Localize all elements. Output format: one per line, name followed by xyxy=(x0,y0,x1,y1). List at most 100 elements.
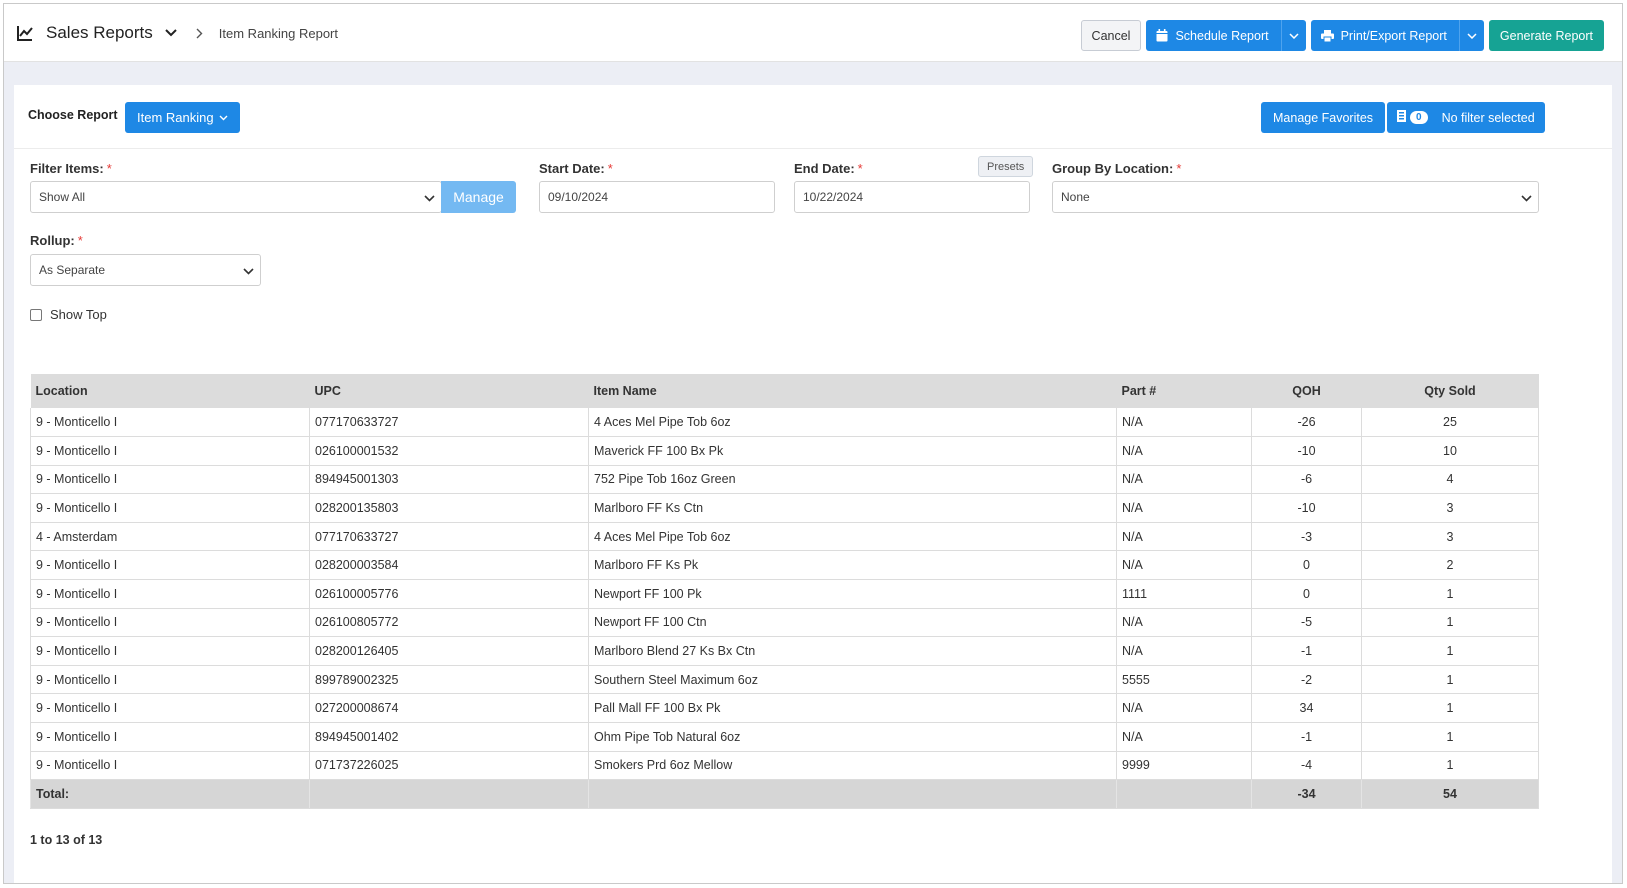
rollup-select[interactable]: As Separate xyxy=(30,254,261,286)
chevron-down-icon[interactable] xyxy=(1282,20,1306,51)
table-cell: 1 xyxy=(1361,579,1539,609)
table-row[interactable]: 9 - Monticello I 894945001402 Ohm Pipe Tob… xyxy=(30,722,1539,752)
table-cell: Newport FF 100 Pk xyxy=(588,579,1117,609)
table-cell: 9 - Monticello I xyxy=(30,436,310,466)
table-cell: 028200135803 xyxy=(309,493,589,523)
table-row[interactable]: 9 - Monticello I 071737226025 Smokers Prd … xyxy=(30,751,1539,781)
table-cell: -1 xyxy=(1251,636,1362,666)
table-cell: 5555 xyxy=(1116,665,1252,695)
table-cell: -26 xyxy=(1251,408,1362,438)
table-cell: 026100805772 xyxy=(309,608,589,638)
table-cell: 9 - Monticello I xyxy=(30,550,310,581)
filter-items-select[interactable]: Show All xyxy=(30,181,442,213)
table-header-row: Location UPC Item Name Part # QOH Qty So… xyxy=(30,374,1539,408)
chevron-down-icon xyxy=(1521,191,1532,205)
table-row[interactable]: 9 - Monticello I 026100805772 Newport FF 1… xyxy=(30,608,1539,638)
column-header[interactable]: Location xyxy=(30,374,310,408)
end-date-value: 10/22/2024 xyxy=(803,190,864,204)
column-header[interactable]: Qty Sold xyxy=(1361,374,1539,408)
table-cell: 027200008674 xyxy=(309,693,589,724)
table-cell: 4 xyxy=(1361,465,1539,495)
table-cell: 4 Aces Mel Pipe Tob 6oz xyxy=(588,408,1117,438)
generate-report-button[interactable]: Generate Report xyxy=(1488,20,1604,51)
table-cell: 4 Aces Mel Pipe Tob 6oz xyxy=(588,522,1117,552)
table-row[interactable]: 9 - Monticello I 894945001303 752 Pipe Tob… xyxy=(30,465,1539,495)
table-cell: N/A xyxy=(1116,722,1252,752)
table-cell: -10 xyxy=(1251,436,1362,466)
column-header[interactable]: QOH xyxy=(1251,374,1362,408)
filter-status-button[interactable]: 0 No filter selected xyxy=(1387,102,1545,133)
choose-report-row: Choose Report Item Ranking Manage Favori… xyxy=(14,85,1612,149)
cancel-button[interactable]: Cancel xyxy=(1080,20,1142,51)
rollup-label: Rollup: * xyxy=(30,233,83,248)
show-top-label: Show Top xyxy=(50,307,107,322)
table-row[interactable]: 9 - Monticello I 026100001532 Maverick FF … xyxy=(30,436,1539,466)
chevron-down-icon[interactable] xyxy=(1460,20,1484,51)
column-header[interactable]: UPC xyxy=(309,374,589,408)
column-header[interactable]: Item Name xyxy=(588,374,1117,408)
table-row[interactable]: 9 - Monticello I 899789002325 Southern Ste… xyxy=(30,665,1539,695)
table-cell: Marlboro Blend 27 Ks Bx Ctn xyxy=(588,636,1117,666)
chevron-down-icon[interactable] xyxy=(163,25,179,41)
report-select-label: Item Ranking xyxy=(137,110,214,125)
chevron-down-icon xyxy=(243,264,254,278)
table-row[interactable]: 9 - Monticello I 077170633727 4 Aces Mel P… xyxy=(30,408,1539,438)
manage-favorites-button[interactable]: Manage Favorites xyxy=(1261,102,1386,133)
schedule-report-main[interactable]: Schedule Report xyxy=(1146,20,1282,51)
table-cell: Southern Steel Maximum 6oz xyxy=(588,665,1117,695)
show-top-checkbox[interactable] xyxy=(30,308,42,321)
table-row[interactable]: 9 - Monticello I 028200003584 Marlboro FF … xyxy=(30,550,1539,581)
chevron-down-icon xyxy=(219,115,228,121)
print-export-button[interactable]: Print/Export Report xyxy=(1310,20,1484,51)
table-cell: 071737226025 xyxy=(309,751,589,781)
table-row[interactable]: 9 - Monticello I 026100005776 Newport FF 1… xyxy=(30,579,1539,609)
table-cell: Smokers Prd 6oz Mellow xyxy=(588,751,1117,781)
table-cell: N/A xyxy=(1116,465,1252,495)
table-row[interactable]: 4 - Amsterdam 077170633727 4 Aces Mel Pipe… xyxy=(30,522,1539,552)
column-header[interactable]: Part # xyxy=(1116,374,1252,408)
table-cell: 1 xyxy=(1361,751,1539,781)
app-window: Sales Reports Item Ranking Report Cancel… xyxy=(3,3,1623,884)
manage-filter-button[interactable]: Manage xyxy=(441,181,516,213)
table-cell: 9 - Monticello I xyxy=(30,751,310,781)
table-cell: 1 xyxy=(1361,693,1539,724)
calendar-icon xyxy=(1156,29,1168,42)
table-cell: -4 xyxy=(1251,751,1362,781)
report-select-button[interactable]: Item Ranking xyxy=(125,102,240,133)
table-row[interactable]: 9 - Monticello I 028200126405 Marlboro Ble… xyxy=(30,636,1539,666)
report-panel: Choose Report Item Ranking Manage Favori… xyxy=(14,85,1612,883)
table-cell: -1 xyxy=(1251,722,1362,752)
table-cell: 1 xyxy=(1361,636,1539,666)
table-cell: 9 - Monticello I xyxy=(30,465,310,495)
table-cell: 3 xyxy=(1361,493,1539,523)
filter-items-label: Filter Items: * xyxy=(30,161,112,176)
filter-count-badge: 0 xyxy=(1410,111,1428,124)
table-row[interactable]: 9 - Monticello I 027200008674 Pall Mall FF… xyxy=(30,693,1539,724)
table-row[interactable]: 9 - Monticello I 028200135803 Marlboro FF … xyxy=(30,493,1539,523)
table-cell: 077170633727 xyxy=(309,522,589,552)
table-cell: 2 xyxy=(1361,550,1539,581)
table-cell: 1111 xyxy=(1116,579,1252,609)
group-by-select[interactable]: None xyxy=(1052,181,1539,213)
table-cell: Ohm Pipe Tob Natural 6oz xyxy=(588,722,1117,752)
filter-status-label: No filter selected xyxy=(1441,110,1535,125)
print-export-main[interactable]: Print/Export Report xyxy=(1311,20,1460,51)
table-cell: N/A xyxy=(1116,636,1252,666)
start-date-label: Start Date: * xyxy=(539,161,613,176)
table-cell: 028200003584 xyxy=(309,550,589,581)
table-cell: Maverick FF 100 Bx Pk xyxy=(588,436,1117,466)
presets-button[interactable]: Presets xyxy=(978,156,1034,177)
table-cell: -6 xyxy=(1251,465,1362,495)
schedule-report-label: Schedule Report xyxy=(1175,28,1269,43)
filter-icon xyxy=(1397,110,1406,125)
table-cell: N/A xyxy=(1116,550,1252,581)
start-date-input[interactable]: 09/10/2024 xyxy=(539,181,775,213)
page-title: Sales Reports xyxy=(46,23,153,42)
end-date-input[interactable]: 10/22/2024 xyxy=(794,181,1030,213)
breadcrumb: Sales Reports Item Ranking Report xyxy=(16,4,338,62)
table-cell: 9 - Monticello I xyxy=(30,665,310,695)
table-cell: N/A xyxy=(1116,436,1252,466)
schedule-report-button[interactable]: Schedule Report xyxy=(1146,20,1306,51)
line-chart-icon xyxy=(16,24,34,42)
rollup-value: As Separate xyxy=(39,263,106,277)
